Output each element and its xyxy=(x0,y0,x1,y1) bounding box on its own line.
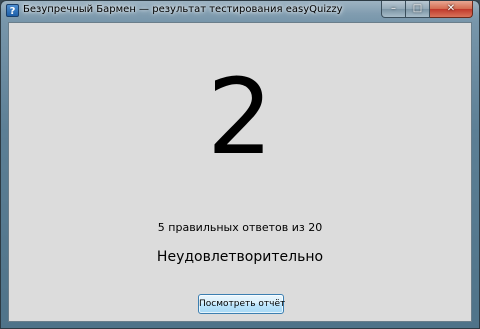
result-panel: 2 5 правильных ответов из 20 Неудовлетво… xyxy=(8,22,472,322)
maximize-button[interactable]: □ xyxy=(406,1,430,18)
app-help-icon[interactable]: ? xyxy=(6,4,19,17)
window-title: Безупречный Бармен — результат тестирова… xyxy=(23,4,343,15)
close-button[interactable]: ✕ xyxy=(430,1,473,18)
caption-buttons: – □ ✕ xyxy=(381,1,473,18)
title-bar[interactable]: ? Безупречный Бармен — результат тестиро… xyxy=(1,1,479,22)
result-window: ? Безупречный Бармен — результат тестиро… xyxy=(0,0,480,329)
grade-value: 2 xyxy=(206,56,274,178)
minimize-button[interactable]: – xyxy=(381,1,406,18)
score-summary: 5 правильных ответов из 20 xyxy=(157,221,323,234)
verdict-label: Неудовлетворительно xyxy=(156,249,324,265)
view-report-button[interactable]: Посмотреть отчёт xyxy=(198,294,285,314)
